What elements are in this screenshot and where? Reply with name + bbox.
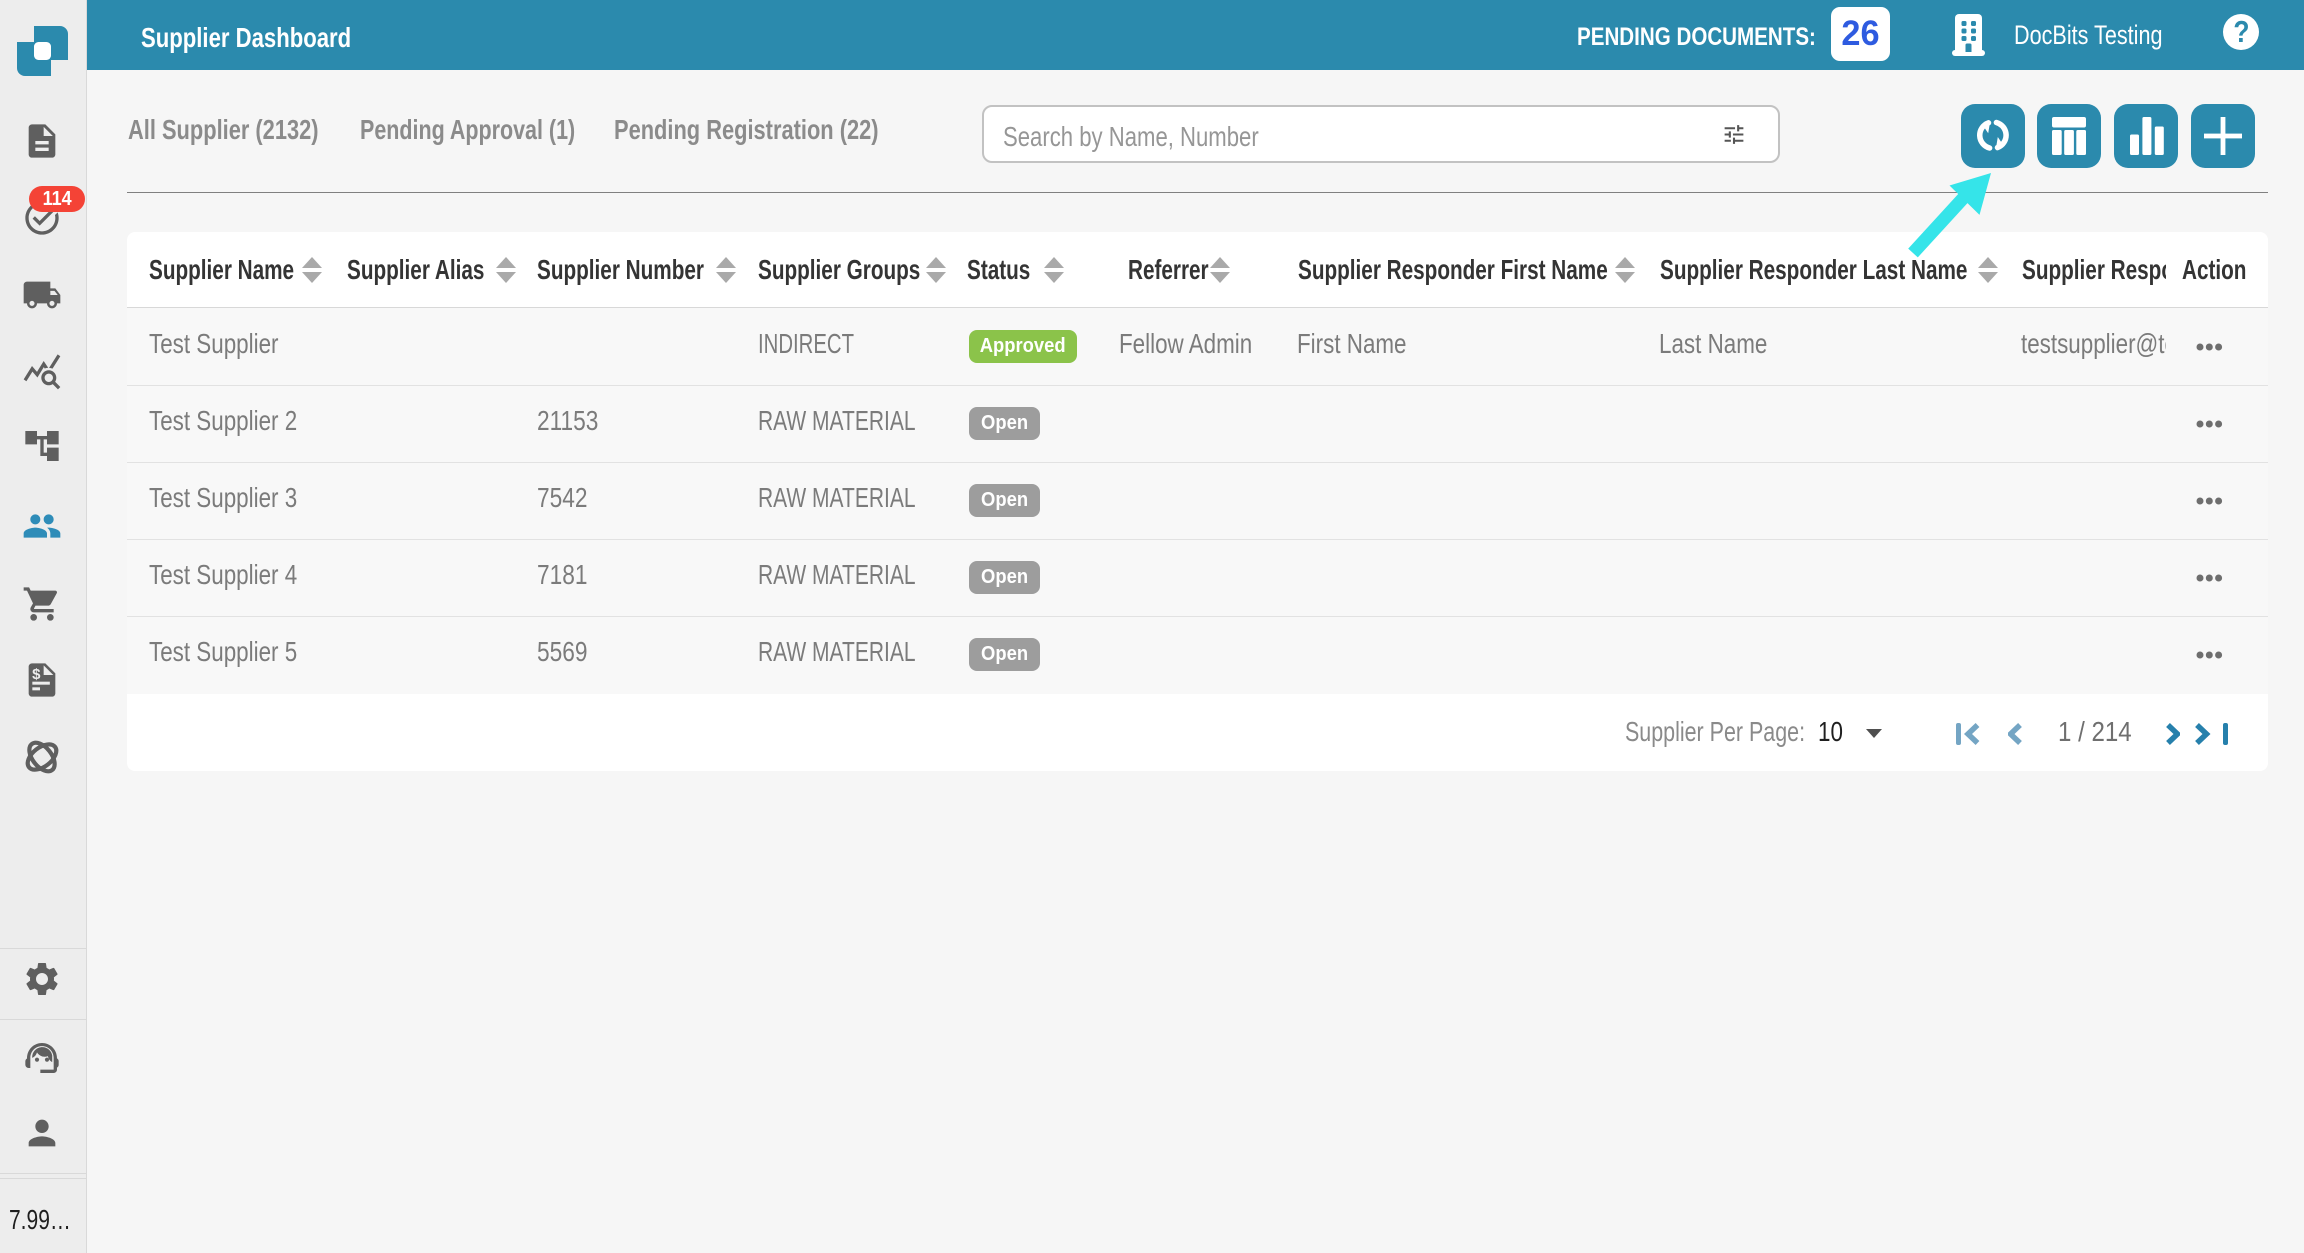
svg-text:$: $ [32,666,41,683]
